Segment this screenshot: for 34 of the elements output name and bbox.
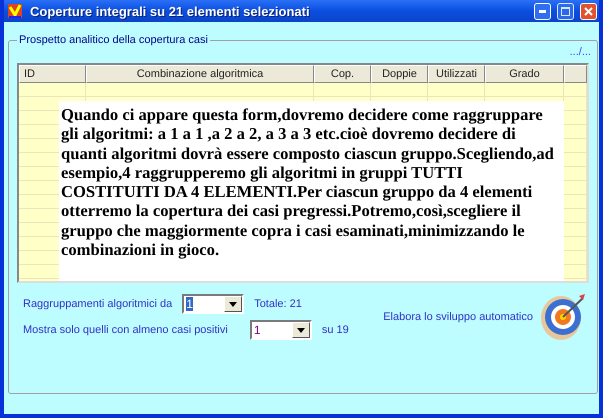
close-button[interactable] — [580, 2, 597, 20]
column-header[interactable]: ID — [19, 65, 86, 83]
column-header[interactable]: Doppie — [371, 65, 428, 83]
table-cell — [371, 83, 428, 97]
note-text: Quando ci appare questa form,dovremo decidere come raggruppare gli algoritmi: a 1 a 1 ,a 2 a 2, a 3 a 3 etc.cioè dovremo decidere di quanti algoritmi dovrà essere composto ciascun gruppo.Scegliendo,ad esempio,4 raggrupperemo gli algoritmi in gruppi TUTTI COSTITUITI DA 4 ELEMENTI.Per ciascun gruppo da 4 elementi otterremo la copertura dei casi pregressi.Potremo,così,scegliere il gruppo che maggiormente copra i casi esaminati,minimizzando le combinazioni in gioco. — [59, 101, 564, 281]
close-icon — [584, 6, 593, 16]
minimize-icon — [539, 10, 546, 12]
action-label[interactable]: Elabora lo sviluppo automatico — [383, 311, 533, 323]
column-header[interactable]: Grado — [485, 65, 564, 83]
filter-suffix: su 19 — [322, 324, 349, 336]
grouping-combo[interactable]: 1 — [182, 294, 244, 314]
table-cell — [19, 83, 86, 97]
column-header[interactable]: Cop. — [314, 65, 371, 83]
column-header[interactable]: Utilizzati — [428, 65, 485, 83]
combo-value: 1 — [186, 297, 193, 311]
pager-text[interactable]: .../... — [570, 46, 591, 60]
table-cell — [564, 83, 587, 97]
dropdown-icon[interactable] — [224, 296, 242, 312]
maximize-icon — [561, 6, 570, 16]
app-icon — [6, 2, 24, 20]
total-label: Totale: 21 — [254, 298, 302, 310]
grouping-label: Raggruppamenti algoritmici da — [23, 298, 172, 310]
combo-value: 1 — [254, 323, 261, 337]
column-header[interactable]: Combinazione algoritmica — [86, 65, 314, 83]
window-title: Coperture integrali su 21 elementi selezionati — [30, 4, 311, 18]
filter-label: Mostra solo quelli con almeno casi positivi — [23, 324, 228, 336]
filter-combo[interactable]: 1 — [250, 320, 312, 340]
table-cell — [428, 83, 485, 97]
group-title: Prospetto analitico della copertura casi — [18, 34, 209, 46]
column-header[interactable] — [564, 65, 587, 83]
dropdown-icon[interactable] — [292, 322, 310, 338]
maximize-button[interactable] — [557, 2, 574, 20]
minimize-button[interactable] — [534, 2, 551, 20]
table-cell — [314, 83, 371, 97]
